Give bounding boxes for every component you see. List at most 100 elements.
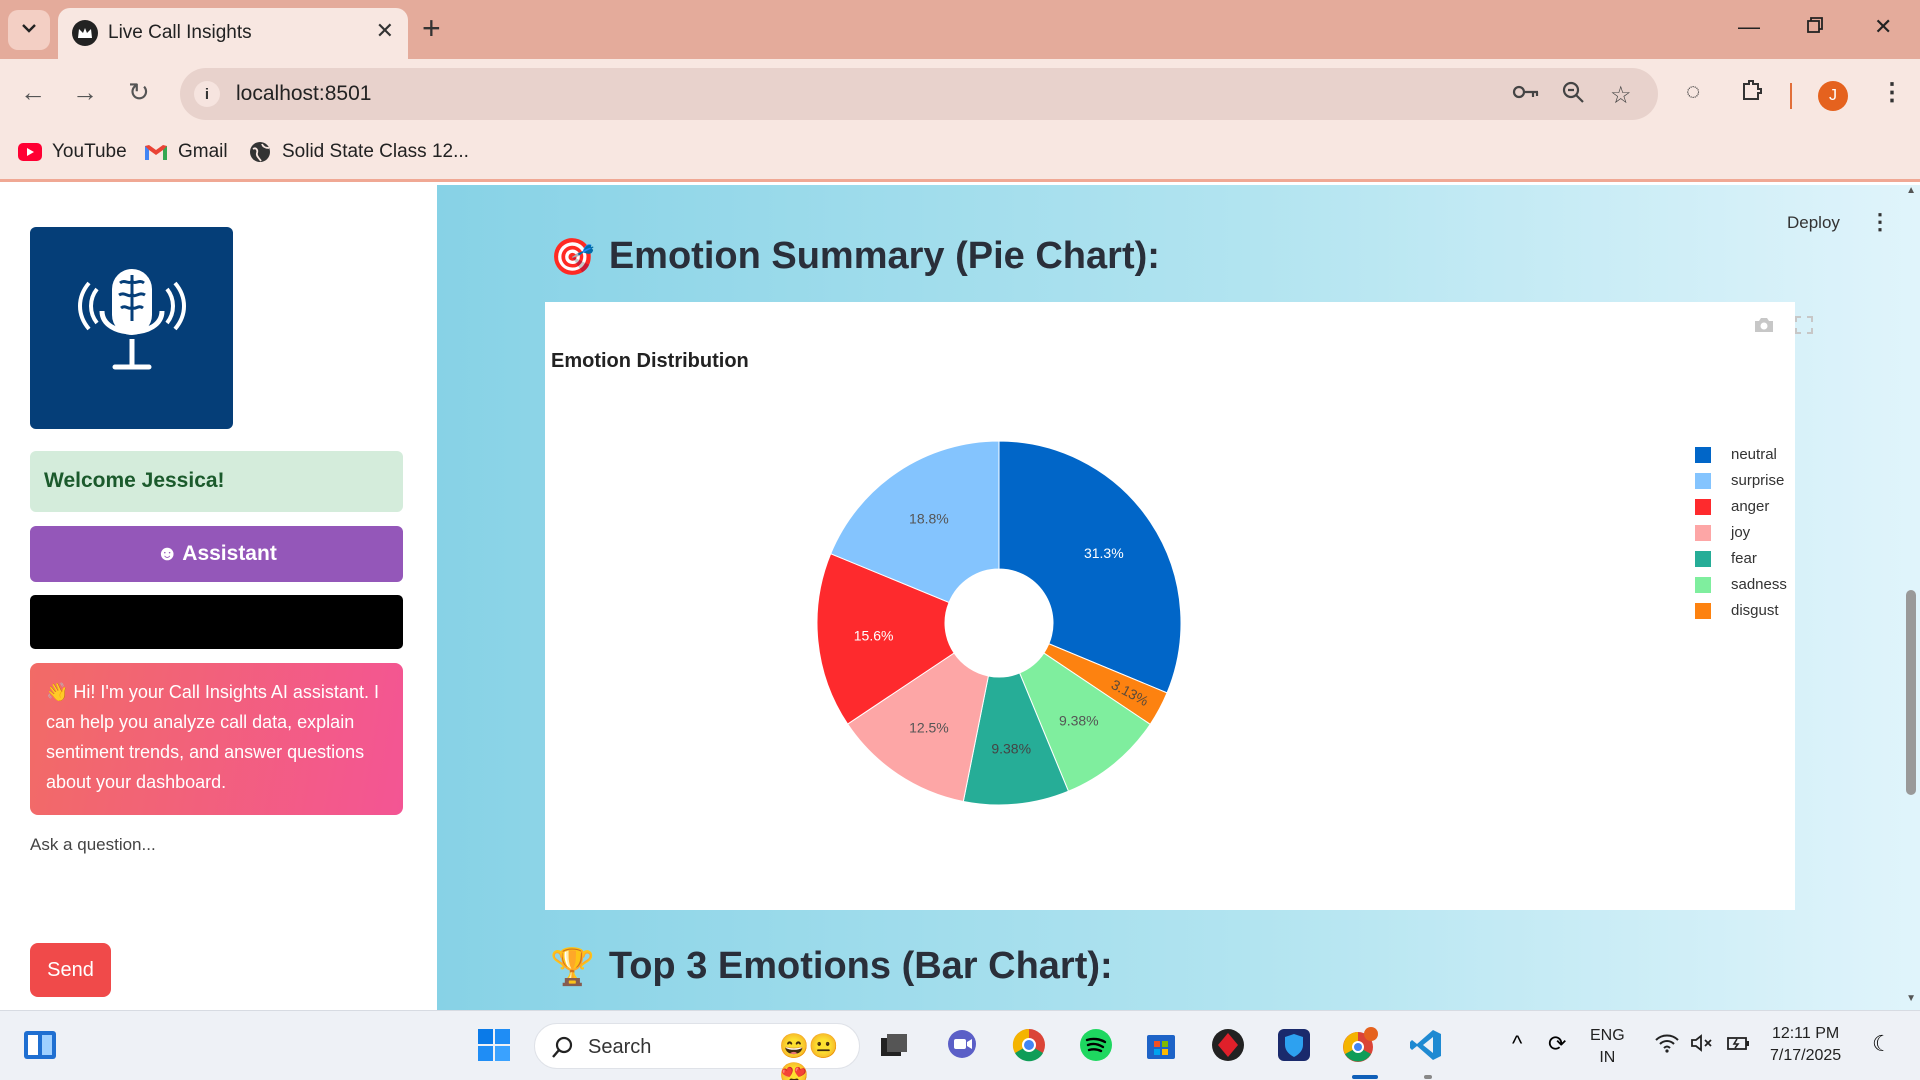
browser-toolbar: ← → ↻ i localhost:8501 ☆ ◌ J ⋮: [0, 59, 1920, 129]
pie-chart-card: Emotion Distribution 31.3% 3.13% 9.38% 9.38…: [545, 302, 1813, 910]
legend-label: surprise: [1731, 472, 1785, 489]
blank-black-bar: [30, 595, 403, 649]
section-heading-pie: 🎯 Emotion Summary (Pie Chart):: [550, 235, 1160, 278]
legend-label: joy: [1731, 524, 1751, 541]
language-indicator[interactable]: ENG IN: [1590, 1025, 1625, 1069]
bookmark-label: Gmail: [178, 141, 228, 162]
clock-time: 12:11 PM: [1771, 1025, 1840, 1042]
search-placeholder: Search: [588, 1036, 652, 1058]
send-button[interactable]: Send: [30, 943, 111, 997]
tab-search-button[interactable]: [8, 10, 50, 50]
bookmark-youtube[interactable]: YouTube: [18, 140, 127, 164]
extension-puzzle-icon[interactable]: ◌: [1686, 78, 1700, 106]
bookmark-label: YouTube: [52, 141, 127, 162]
teams-chat-icon[interactable]: [942, 1025, 982, 1065]
browser-tab[interactable]: Live Call Insights ✕: [58, 8, 408, 59]
legend-swatch: [1695, 550, 1711, 567]
legend-label: sadness: [1731, 576, 1787, 593]
bookmark-solid-state[interactable]: Solid State Class 12...: [248, 140, 469, 164]
browser-menu-icon[interactable]: ⋮: [1880, 78, 1904, 107]
section-heading-bar: 🏆 Top 3 Emotions (Bar Chart):: [550, 945, 1113, 988]
pie-label-sadness: 9.38%: [1059, 713, 1099, 729]
vscode-icon[interactable]: [1406, 1025, 1446, 1065]
emoji-decoration-icon: 😄😐😍: [779, 1033, 839, 1080]
chrome-profile-icon[interactable]: [1340, 1025, 1380, 1065]
address-bar[interactable]: i localhost:8501 ☆: [180, 68, 1658, 120]
legend-item-surprise[interactable]: surprise: [1695, 472, 1784, 489]
globe-icon: [248, 140, 272, 164]
app-red-icon[interactable]: [1208, 1025, 1248, 1065]
pie-label-fear: 9.38%: [991, 740, 1031, 756]
bookmark-star-icon[interactable]: ☆: [1610, 81, 1632, 110]
chrome-icon[interactable]: [1009, 1025, 1049, 1065]
bookmarks-bar: YouTube Gmail Solid State Class 12...: [0, 129, 1920, 182]
app-menu-icon[interactable]: ⋮: [1869, 209, 1891, 235]
scroll-down-arrow[interactable]: ▼: [1906, 993, 1916, 1004]
forward-icon[interactable]: →: [72, 77, 98, 108]
windows-taskbar: Search 😄😐😍 ^ ⟳ ENG IN 12:11 PM 7/17/2025…: [0, 1010, 1920, 1080]
streamlit-crown-icon: [72, 20, 98, 46]
taskbar-search[interactable]: Search 😄😐😍: [534, 1023, 860, 1080]
widgets-icon[interactable]: [20, 1025, 60, 1065]
pie-label-joy: 12.5%: [909, 720, 949, 736]
zoom-icon[interactable]: [1562, 81, 1584, 110]
pie-label-anger: 15.6%: [854, 627, 894, 643]
battery-icon[interactable]: [1726, 1033, 1752, 1058]
site-info-icon[interactable]: i: [194, 81, 220, 107]
bookmark-gmail[interactable]: Gmail: [144, 140, 228, 164]
close-tab-icon[interactable]: ✕: [376, 18, 394, 44]
close-window-icon[interactable]: ✕: [1874, 14, 1892, 40]
url-text[interactable]: localhost:8501: [236, 82, 371, 106]
app-logo: [30, 227, 233, 429]
legend-item-neutral[interactable]: neutral: [1695, 446, 1777, 463]
pie-label-surprise: 18.8%: [909, 510, 949, 526]
section-title: Emotion Summary (Pie Chart):: [608, 235, 1160, 277]
vpn-shield-icon[interactable]: [1274, 1025, 1314, 1065]
clock[interactable]: 12:11 PM 7/17/2025: [1770, 1023, 1841, 1067]
windows-start-icon[interactable]: [474, 1025, 514, 1065]
assistant-label: Assistant: [182, 542, 277, 565]
ask-question-input[interactable]: Ask a question...: [30, 835, 156, 855]
legend-item-disgust[interactable]: disgust: [1695, 602, 1779, 619]
assistant-message: 👋 Hi! I'm your Call Insights AI assistan…: [30, 663, 403, 815]
password-key-icon[interactable]: [1512, 81, 1540, 109]
new-tab-icon[interactable]: +: [422, 12, 441, 44]
deploy-button[interactable]: Deploy: [1787, 213, 1840, 233]
sync-alert-icon[interactable]: ⟳: [1548, 1031, 1566, 1057]
fullscreen-icon[interactable]: [1795, 316, 1813, 340]
chevron-down-icon: [21, 21, 37, 39]
moon-icon[interactable]: ☾: [1872, 1031, 1892, 1057]
legend-item-joy[interactable]: joy: [1695, 524, 1750, 541]
robot-icon: ☻: [156, 542, 179, 565]
lang-code: ENG: [1590, 1027, 1625, 1044]
assistant-button[interactable]: ☻ Assistant: [30, 526, 403, 582]
pie-slice-neutral[interactable]: [998, 440, 1182, 694]
main-content: ▲ ▼ Deploy ⋮ 🎯 Emotion Summary (Pie Char…: [437, 185, 1920, 1010]
speaker-muted-icon[interactable]: [1690, 1033, 1716, 1058]
back-icon[interactable]: ←: [20, 77, 46, 108]
reload-icon[interactable]: ↻: [128, 77, 150, 108]
legend-item-sadness[interactable]: sadness: [1695, 576, 1787, 593]
profile-avatar[interactable]: J: [1818, 81, 1848, 111]
wifi-icon[interactable]: [1654, 1033, 1680, 1058]
legend-swatch: [1695, 446, 1711, 463]
task-view-icon[interactable]: [874, 1025, 914, 1065]
section-title: Top 3 Emotions (Bar Chart):: [608, 945, 1113, 987]
legend-item-fear[interactable]: fear: [1695, 550, 1757, 567]
spotify-icon[interactable]: [1076, 1025, 1116, 1065]
extensions-icon[interactable]: [1740, 78, 1764, 109]
legend-item-anger[interactable]: anger: [1695, 498, 1769, 515]
minimize-icon[interactable]: —: [1738, 14, 1760, 40]
show-hidden-icons[interactable]: ^: [1512, 1031, 1522, 1057]
legend-label: anger: [1731, 498, 1770, 515]
welcome-banner: Welcome Jessica!: [30, 451, 403, 512]
microsoft-store-icon[interactable]: [1141, 1025, 1181, 1065]
trophy-icon: 🏆: [550, 945, 595, 987]
legend-label: neutral: [1731, 446, 1777, 463]
region-code: IN: [1599, 1049, 1616, 1066]
scroll-up-arrow[interactable]: ▲: [1906, 185, 1916, 196]
restore-icon[interactable]: [1806, 14, 1824, 40]
search-icon: [551, 1035, 575, 1064]
main-scrollbar[interactable]: [1906, 590, 1916, 795]
running-app-indicator: [1424, 1075, 1432, 1079]
